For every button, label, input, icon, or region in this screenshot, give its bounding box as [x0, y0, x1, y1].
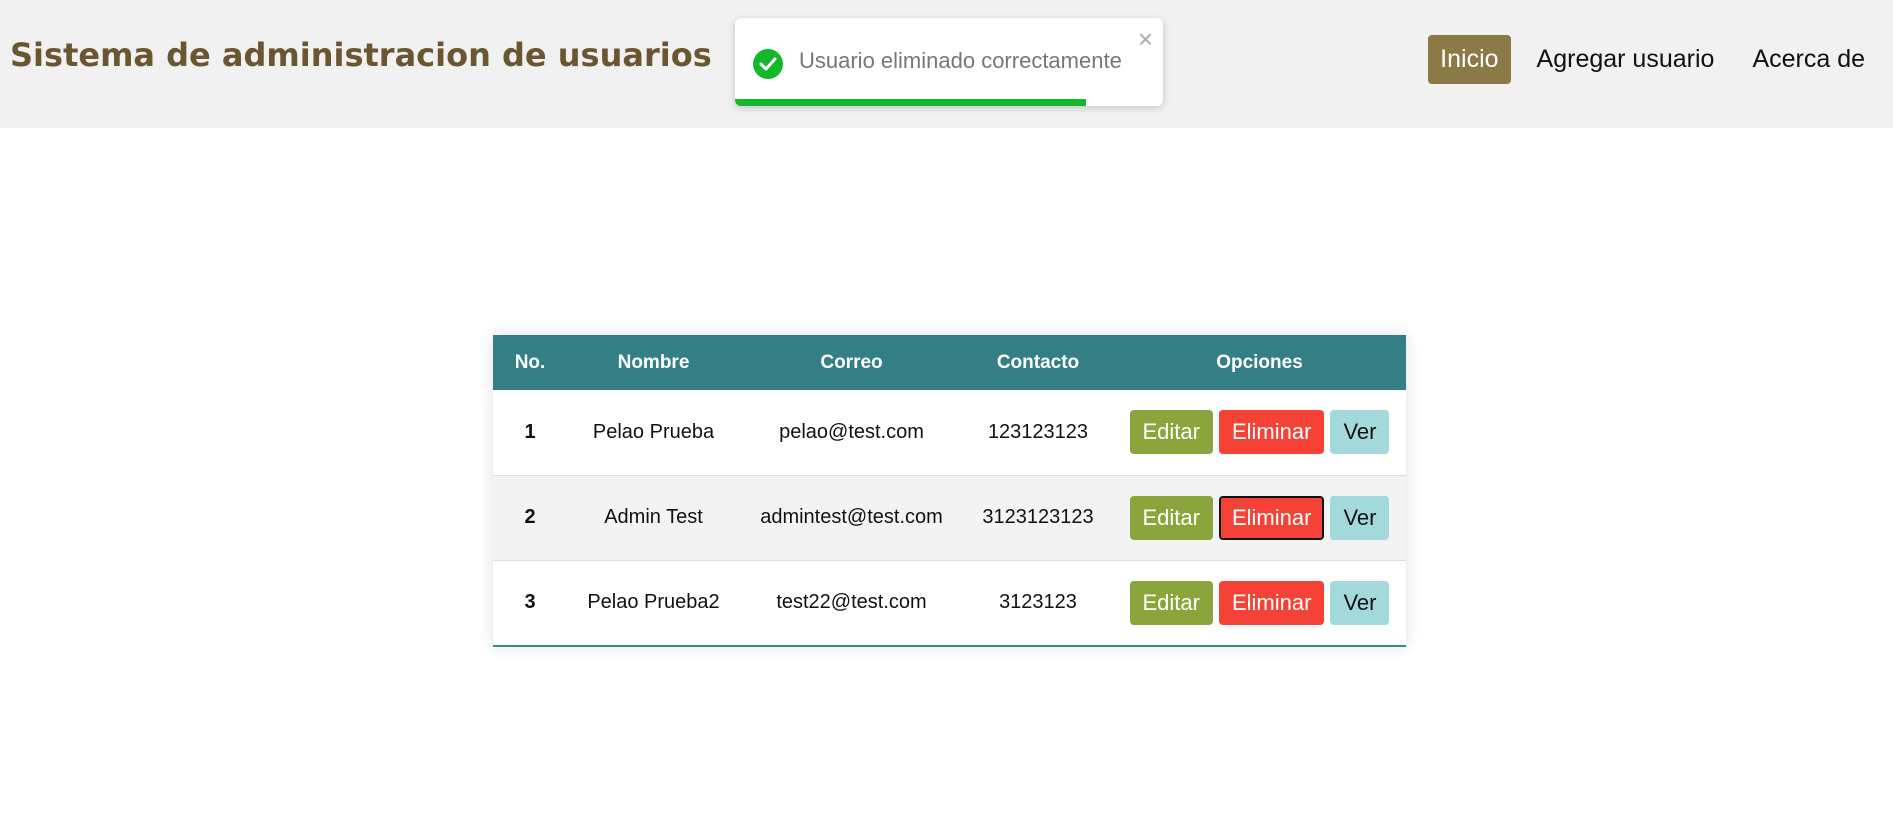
row-correo: test22@test.com	[740, 559, 963, 645]
delete-button[interactable]: Eliminar	[1218, 410, 1325, 455]
toast-message: Usuario eliminado correctamente	[799, 48, 1122, 73]
toast-progress-bar	[735, 99, 1086, 106]
header-no: No.	[514, 351, 546, 373]
nav-inicio[interactable]: Inicio	[1428, 35, 1511, 84]
row-contacto: 123123123	[987, 420, 1089, 443]
users-table: No. Nombre Correo Contacto Opciones 1 Pe…	[493, 335, 1406, 645]
app-title: Sistema de administracion de usuarios	[10, 36, 712, 74]
toast-notification: Usuario eliminado correctamente ×	[735, 18, 1163, 106]
row-contacto: 3123123123	[963, 474, 1113, 560]
row-opciones: Editar Eliminar Ver	[1113, 559, 1406, 645]
table-row: 2 Admin Test admintest@test.com 31231231…	[493, 474, 1406, 560]
row-number: 1	[524, 420, 536, 443]
row-nombre: Pelao Prueba	[592, 420, 715, 443]
close-icon[interactable]: ×	[1138, 26, 1153, 52]
delete-button[interactable]: Eliminar	[1218, 495, 1325, 540]
nav-acerca-de[interactable]: Acerca de	[1740, 35, 1877, 84]
header-contacto: Contacto	[996, 351, 1080, 373]
row-opciones: Editar Eliminar Ver	[1113, 390, 1406, 475]
check-circle-icon	[753, 49, 783, 79]
users-table-container: No. Nombre Correo Contacto Opciones 1 Pe…	[493, 335, 1406, 647]
nav-agregar-usuario[interactable]: Agregar usuario	[1525, 35, 1727, 84]
header-nombre: Nombre	[617, 351, 690, 373]
row-number: 3	[493, 559, 567, 645]
edit-button[interactable]: Editar	[1129, 580, 1213, 625]
edit-button[interactable]: Editar	[1129, 410, 1213, 455]
view-button[interactable]: Ver	[1330, 495, 1390, 540]
row-number: 2	[493, 474, 567, 560]
delete-button[interactable]: Eliminar	[1218, 580, 1325, 625]
header-opciones: Opciones	[1216, 351, 1303, 373]
nav-links: Inicio Agregar usuario Acerca de	[1428, 35, 1877, 84]
view-button[interactable]: Ver	[1330, 410, 1390, 455]
row-nombre: Pelao Prueba2	[567, 559, 740, 645]
edit-button[interactable]: Editar	[1129, 495, 1213, 540]
view-button[interactable]: Ver	[1330, 580, 1390, 625]
header-correo: Correo	[820, 351, 883, 373]
row-contacto: 3123123	[963, 559, 1113, 645]
row-opciones: Editar Eliminar Ver	[1113, 474, 1406, 560]
row-correo: pelao@test.com	[779, 420, 924, 443]
row-correo: admintest@test.com	[740, 474, 963, 560]
table-row: 1 Pelao Prueba pelao@test.com 123123123 …	[493, 390, 1406, 475]
table-header-row: No. Nombre Correo Contacto Opciones	[493, 335, 1406, 390]
table-row: 3 Pelao Prueba2 test22@test.com 3123123 …	[493, 559, 1406, 645]
row-nombre: Admin Test	[567, 474, 740, 560]
